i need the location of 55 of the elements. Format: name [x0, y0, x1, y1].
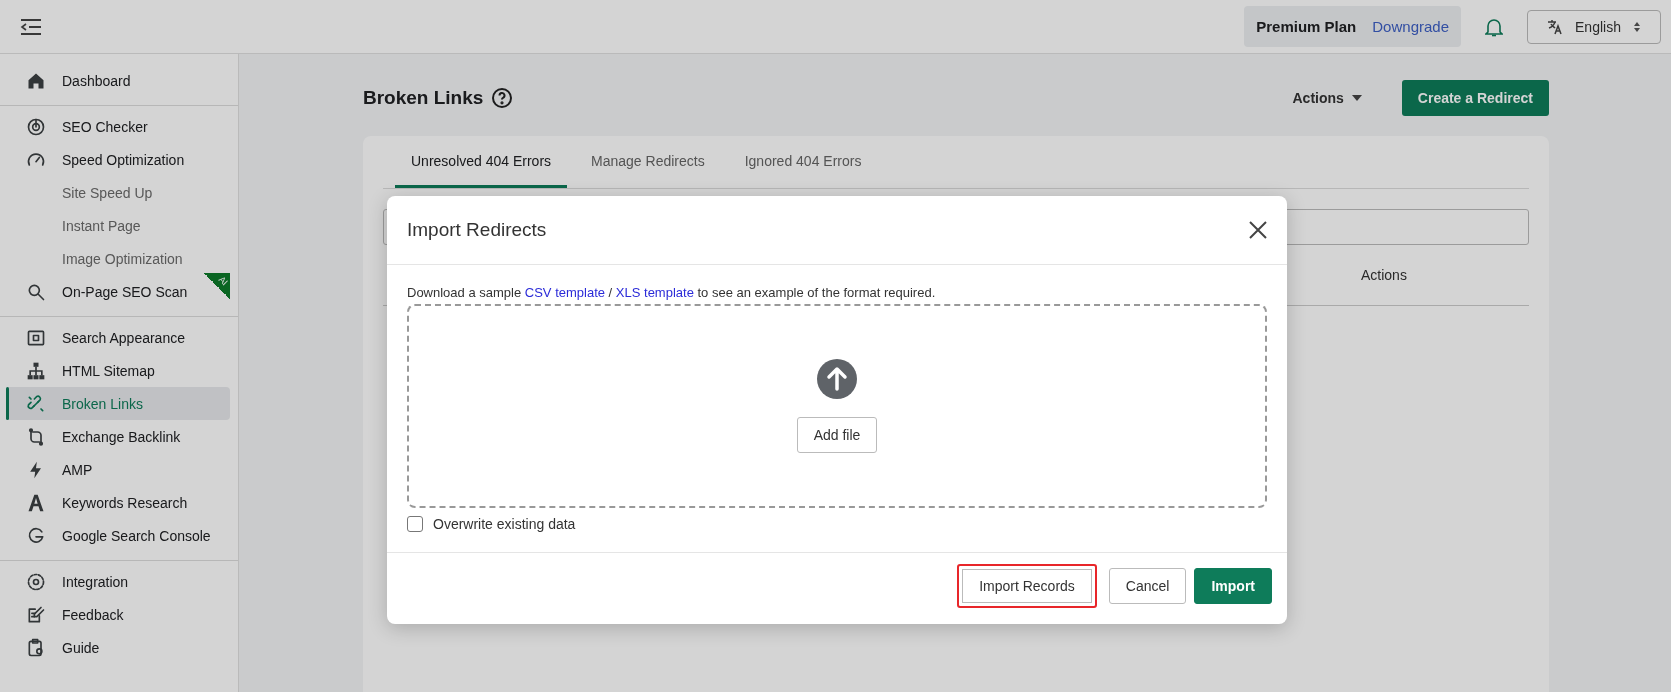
file-drop-zone[interactable]: Add file [407, 304, 1267, 508]
sidebar-item[interactable]: Image Optimization [6, 242, 230, 275]
help-icon[interactable] [491, 87, 514, 109]
clipboard-icon [26, 637, 46, 658]
import-button[interactable]: Import [1194, 568, 1272, 604]
sidebar-item[interactable]: Search Appearance [6, 321, 230, 354]
page-title: Broken Links [363, 87, 484, 109]
dialog-button[interactable]: Cancel [1108, 568, 1187, 604]
sidebar-item[interactable]: Speed Optimization [6, 143, 230, 176]
sidebar-item[interactable]: Exchange Backlink [6, 420, 230, 453]
integration-icon [26, 571, 46, 592]
target-icon [26, 116, 46, 137]
sidebar-item[interactable]: Broken Links [6, 387, 230, 420]
tab[interactable]: Ignored 404 Errors [728, 136, 878, 188]
add-file-button[interactable]: Add file [796, 417, 878, 453]
sidebar-item[interactable]: AMP [6, 453, 230, 486]
xls-template-link[interactable]: XLS template [615, 285, 694, 300]
sidebar-item[interactable]: Feedback [6, 598, 230, 631]
caret-icon [1351, 95, 1362, 101]
sidebar-item[interactable]: Guide [6, 631, 230, 664]
create-redirect-button[interactable]: Create a Redirect [1401, 80, 1549, 116]
sidebar-item[interactable]: SEO Checker [6, 110, 230, 143]
sidebar-item[interactable]: Site Speed Up [6, 176, 230, 209]
menu-icon[interactable] [20, 17, 42, 36]
translate-icon [1547, 18, 1564, 35]
csv-template-link[interactable]: CSV template [524, 285, 605, 300]
tab[interactable]: Manage Redirects [575, 136, 721, 188]
dialog-button[interactable]: Import Records [957, 564, 1097, 608]
column-header: Actions [1361, 267, 1408, 283]
feedback-icon [26, 604, 46, 625]
exchange-icon [26, 426, 46, 447]
bell-icon[interactable] [1485, 16, 1503, 37]
upload-icon [817, 359, 857, 399]
checkbox-label: Overwrite existing data [433, 516, 576, 532]
checkbox[interactable] [407, 516, 423, 532]
sidebar-item[interactable]: Keywords Research [6, 486, 230, 519]
language-select[interactable]: English [1527, 9, 1661, 44]
letter-g-icon [26, 525, 46, 546]
downgrade-link[interactable]: Downgrade [1372, 18, 1449, 35]
broken-link-icon [26, 393, 46, 414]
sidebar-item[interactable]: HTML Sitemap [6, 354, 230, 387]
dialog-title: Import Redirects [407, 219, 547, 241]
instruction-text: Download a sample CSV template / XLS template to see an example of the format required. [407, 285, 937, 300]
sitemap-icon [26, 360, 46, 381]
plan-label: Premium Plan [1256, 18, 1357, 35]
sidebar-item[interactable]: Dashboard [6, 64, 230, 97]
sort-arrows-icon [1632, 20, 1641, 33]
sidebar-item[interactable]: On-Page SEO Scan AI [6, 275, 230, 308]
actions-dropdown[interactable]: Actions [1286, 89, 1368, 107]
sidebar-item[interactable]: Instant Page [6, 209, 230, 242]
letter-a-icon [26, 492, 46, 513]
sidebar-item[interactable]: Integration [6, 565, 230, 598]
close-icon[interactable] [1249, 221, 1267, 239]
sidebar-item[interactable]: Google Search Console [6, 519, 230, 552]
tab[interactable]: Unresolved 404 Errors [395, 136, 568, 188]
